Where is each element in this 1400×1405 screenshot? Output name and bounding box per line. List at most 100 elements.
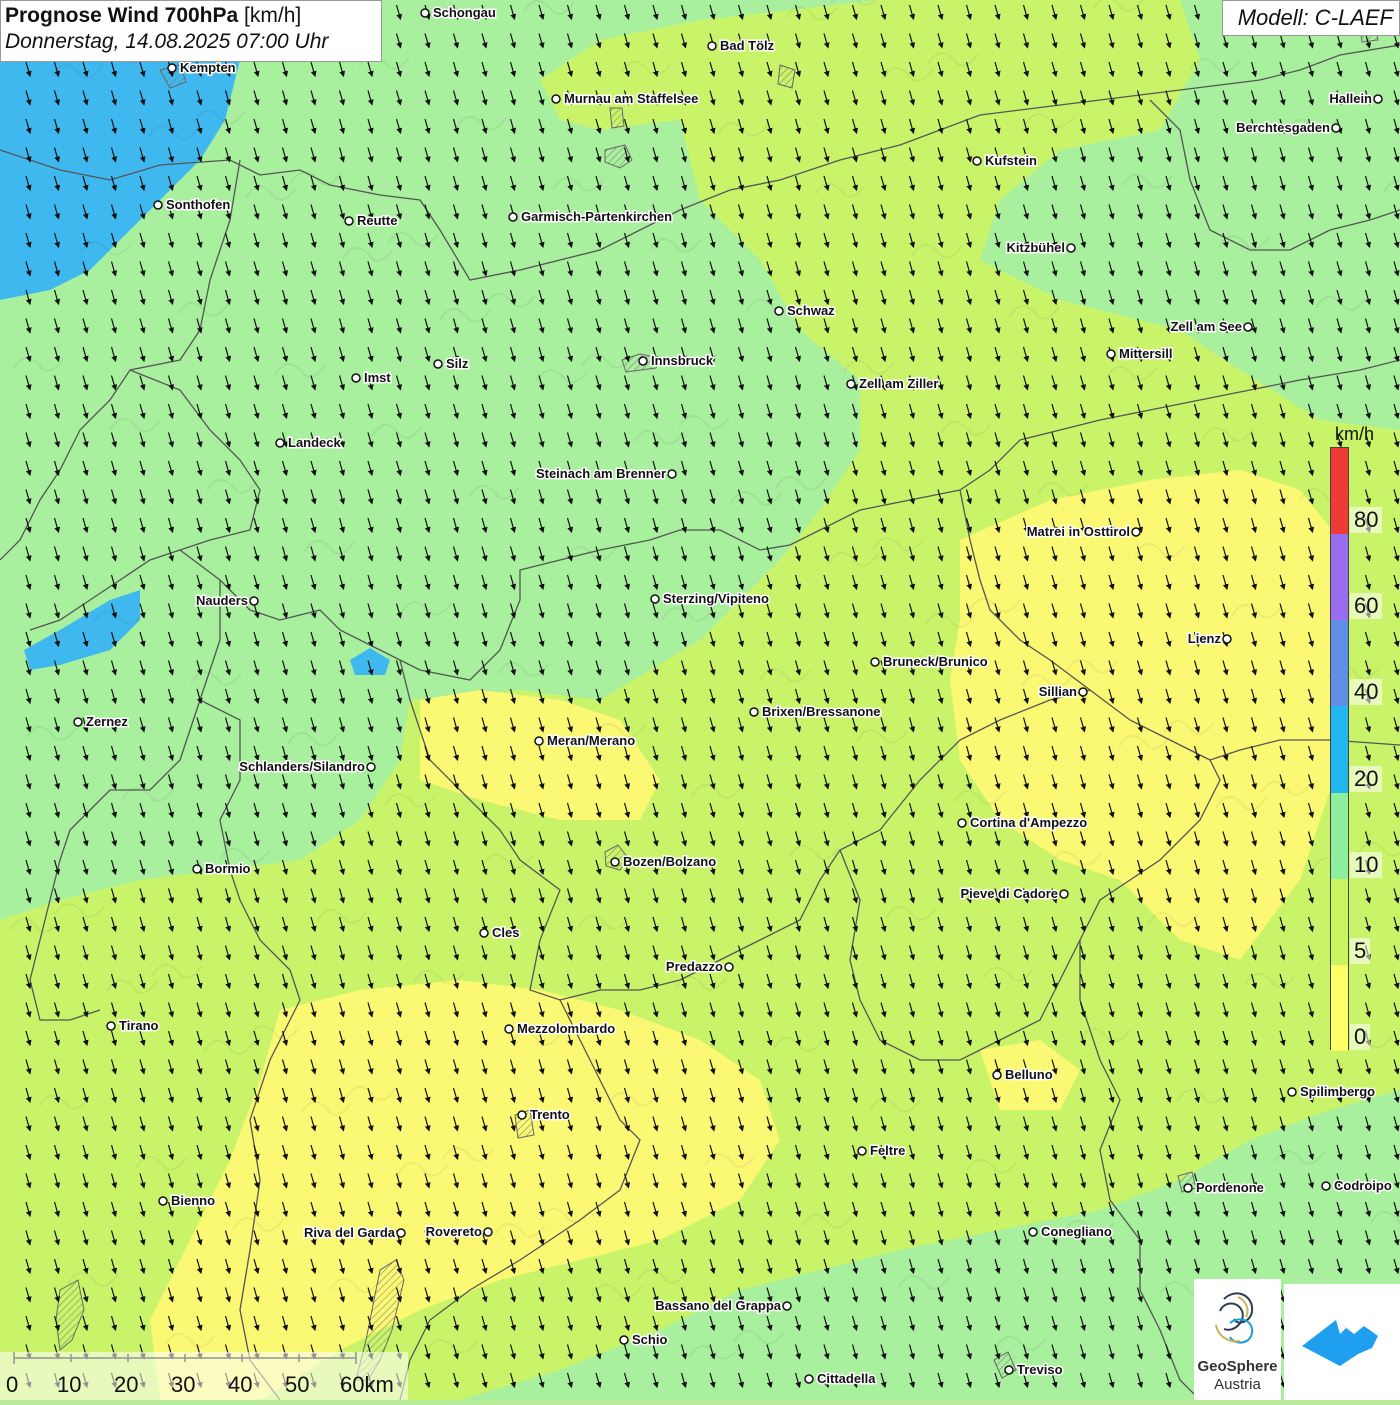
city-dot	[1321, 1181, 1331, 1191]
city-label: Conegliano	[1041, 1224, 1112, 1239]
city-marker: Kitzbühel	[1005, 239, 1076, 257]
city-dot	[774, 306, 784, 316]
scale-label: 30	[171, 1372, 196, 1397]
city-marker: Pieve di Cadore	[959, 885, 1069, 903]
scale-label: 0	[6, 1372, 19, 1397]
map-title-box: Prognose Wind 700hPa [km/h] Donnerstag, …	[0, 0, 382, 62]
city-label: Sillian	[1039, 684, 1077, 699]
city-dot	[846, 379, 856, 389]
city-dot	[707, 41, 717, 51]
city-marker: Innsbruck	[638, 352, 715, 370]
scale-label: 40	[228, 1372, 253, 1397]
legend-label: 5	[1350, 937, 1371, 964]
city-label: Pieve di Cadore	[960, 886, 1058, 901]
city-label: Cles	[492, 925, 519, 940]
city-dot	[1183, 1183, 1193, 1193]
city-dot	[619, 1335, 629, 1345]
scale-label: 10	[57, 1372, 82, 1397]
city-label: Treviso	[1017, 1362, 1063, 1377]
city-label: Bozen/Bolzano	[623, 854, 716, 869]
city-dot	[638, 356, 648, 366]
city-dot	[1066, 243, 1076, 253]
city-dot	[870, 657, 880, 667]
city-label: Bruneck/Brunico	[883, 654, 988, 669]
city-label: Steinach am Brenner	[536, 466, 666, 481]
city-dot	[366, 762, 376, 772]
city-dot	[479, 928, 489, 938]
city-dot	[396, 1228, 406, 1238]
wind-forecast-map: Schongau Bad Tölz Kempten Murnau am Staffel…	[0, 0, 1400, 1400]
city-marker: Meran/Merano	[534, 732, 637, 750]
city-label: Meran/Merano	[547, 733, 635, 748]
city-label: Trento	[530, 1107, 570, 1122]
city-marker: Sonthofen	[153, 196, 232, 214]
city-dot	[344, 216, 354, 226]
city-marker: Bassano del Grappa	[654, 1297, 792, 1315]
city-marker: Bozen/Bolzano	[610, 853, 718, 871]
legend-segment	[1331, 534, 1348, 621]
city-label: Bienno	[171, 1193, 215, 1208]
city-dot	[804, 1374, 814, 1384]
city-dot	[1106, 349, 1116, 359]
city-label: Innsbruck	[651, 353, 714, 368]
city-dot	[249, 596, 259, 606]
city-dot	[508, 212, 518, 222]
legend-segment	[1331, 620, 1348, 707]
legend-segment	[1331, 964, 1348, 1051]
city-label: Kempten	[180, 60, 236, 75]
city-label: Mittersill	[1119, 346, 1172, 361]
scale-label: 50	[285, 1372, 310, 1397]
city-dot	[782, 1301, 792, 1311]
city-marker: Murnau am Staffelsee	[551, 90, 700, 108]
city-label: Silz	[446, 356, 469, 371]
city-label: Riva del Garda	[304, 1225, 396, 1240]
city-marker: Predazzo	[664, 958, 734, 976]
city-dot	[1243, 322, 1253, 332]
city-marker: Mezzolombardo	[504, 1020, 617, 1038]
city-marker: Conegliano	[1028, 1223, 1113, 1241]
legend-segment	[1331, 792, 1348, 879]
city-dot	[650, 594, 660, 604]
city-dot	[1287, 1087, 1297, 1097]
city-label: Predazzo	[666, 959, 723, 974]
city-label: Berchtesgaden	[1236, 120, 1330, 135]
legend-label: 20	[1350, 765, 1383, 792]
legend-segment	[1331, 448, 1348, 535]
city-label: Schwaz	[787, 303, 835, 318]
city-label: Landeck	[288, 435, 342, 450]
city-dot	[1059, 889, 1069, 899]
legend-label: 60	[1350, 593, 1383, 620]
city-label: Matrei in Osttirol	[1027, 524, 1130, 539]
city-label: Brixen/Bressanone	[762, 704, 881, 719]
geosphere-sub: Austria	[1214, 1376, 1261, 1393]
title-unit: [km/h]	[244, 4, 302, 27]
model-label: Modell: C-LAEF	[1222, 0, 1400, 36]
city-marker: Berchtesgaden	[1235, 119, 1341, 137]
scale-label: 20	[114, 1372, 139, 1397]
city-label: Tirano	[119, 1018, 159, 1033]
city-label: Murnau am Staffelsee	[564, 91, 698, 106]
legend-label: 40	[1350, 679, 1383, 706]
legend-color-bar	[1330, 447, 1349, 1051]
city-label: Rovereto	[426, 1224, 482, 1239]
city-label: Feltre	[870, 1143, 905, 1158]
city-label: Sterzing/Vipiteno	[663, 591, 769, 606]
city-dot	[420, 8, 430, 18]
city-label: Bassano del Grappa	[655, 1298, 781, 1313]
city-label: Zell am See	[1170, 319, 1242, 334]
legend-segment	[1331, 878, 1348, 965]
city-dot	[158, 1196, 168, 1206]
city-dot	[1028, 1227, 1038, 1237]
city-marker: Pordenone	[1183, 1179, 1265, 1197]
city-dot	[504, 1024, 514, 1034]
city-dot	[153, 200, 163, 210]
city-label: Bad Tölz	[720, 38, 775, 53]
city-dot	[724, 962, 734, 972]
city-marker: Sterzing/Vipiteno	[650, 590, 770, 608]
city-marker: Spilimbergo	[1287, 1083, 1377, 1101]
city-label: Imst	[364, 370, 391, 385]
legend-segment	[1331, 706, 1348, 793]
city-label: Hallein	[1329, 91, 1372, 106]
city-marker: Garmisch-Partenkirchen	[508, 208, 674, 226]
city-dot	[667, 469, 677, 479]
